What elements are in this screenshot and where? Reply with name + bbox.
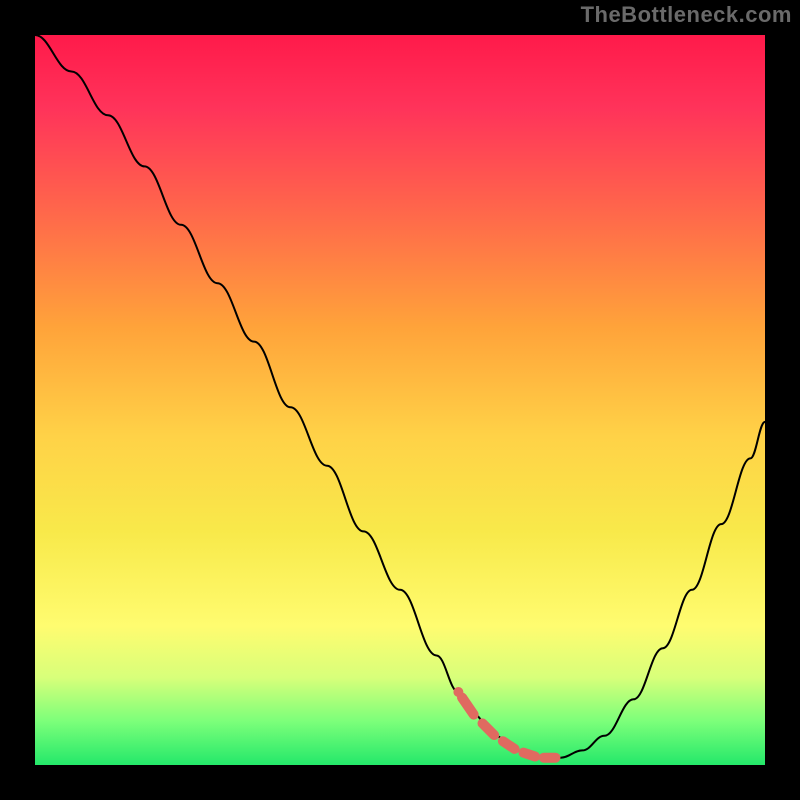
curve-svg [35, 35, 765, 765]
plot-area [35, 35, 765, 765]
optimal-start-dot [453, 687, 463, 697]
optimal-dash-seg [483, 723, 495, 735]
optimal-range-marker [453, 687, 555, 758]
chart-stage: TheBottleneck.com [0, 0, 800, 800]
bottleneck-curve [35, 35, 765, 758]
optimal-dash-seg [523, 753, 535, 757]
optimal-dash-seg [503, 741, 515, 749]
optimal-dash-seg [462, 698, 474, 715]
watermark-text: TheBottleneck.com [581, 4, 792, 26]
